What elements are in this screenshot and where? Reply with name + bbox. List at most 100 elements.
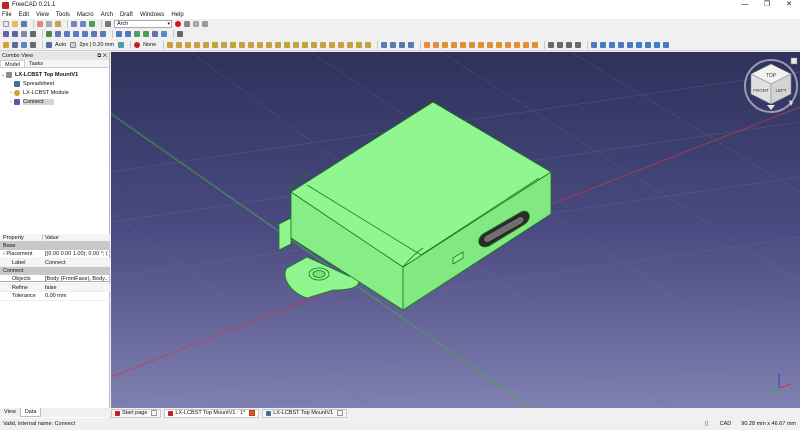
wall-icon[interactable] [167,42,174,48]
array-icon[interactable] [654,42,661,48]
stretch-icon[interactable] [645,42,652,48]
macro-execute-icon[interactable] [202,21,208,27]
part-icon[interactable] [143,31,149,37]
property-row[interactable]: Label Connect [0,258,110,267]
bounding-box-icon[interactable] [30,31,36,37]
isometric-view-icon[interactable] [46,31,52,37]
scale-icon[interactable] [609,42,616,48]
equipment-icon[interactable] [311,42,318,48]
none-group-label[interactable]: None [143,42,156,48]
schedule-icon[interactable] [338,42,345,48]
navcube-menu-icon[interactable] [790,57,798,65]
circle-icon[interactable] [460,42,467,48]
macro-stop-icon[interactable] [184,21,190,27]
property-row[interactable]: Tolerance 0.00 mm [0,292,110,301]
float-panel-icon[interactable]: ⧉ [97,53,101,59]
top-view-icon[interactable] [64,31,70,37]
space-icon[interactable] [248,42,255,48]
point-icon[interactable] [514,42,521,48]
tab-model[interactable]: Model [0,60,25,68]
close-icon[interactable] [337,410,344,416]
building-part-icon[interactable] [203,42,210,48]
workbench-selector[interactable]: Arch [114,20,172,28]
material-icon[interactable] [329,42,336,48]
macro-record-icon[interactable] [175,21,181,27]
property-value[interactable]: 0.00 mm [43,292,108,300]
viewport-canvas[interactable]: TOP FRONT LEFT [111,52,800,408]
maximize-button[interactable]: ❐ [756,0,778,10]
wire-icon[interactable] [433,42,440,48]
property-group-base[interactable]: Base [0,242,110,250]
close-icon[interactable] [151,410,158,416]
new-file-icon[interactable] [3,21,9,27]
copy-icon[interactable] [46,21,52,27]
add-component-icon[interactable] [381,42,388,48]
rebar-icon[interactable] [185,42,192,48]
tab-view[interactable]: View [0,408,20,417]
arrow-right-icon[interactable] [125,31,131,37]
open-file-icon[interactable] [12,21,18,27]
tree-item-spreadsheet[interactable]: Spreadsheet [0,79,109,88]
property-row[interactable]: Refine false [0,283,110,292]
frame-icon[interactable] [293,42,300,48]
curtain-wall-icon[interactable] [194,42,201,48]
refresh-icon[interactable] [89,21,95,27]
style-icon[interactable] [30,42,36,48]
fit-all-icon[interactable] [3,31,9,37]
menu-edit[interactable]: Edit [19,12,29,18]
property-row[interactable]: › Placement [(0.00 0.00 1.00); 0.00 °; (… [0,250,110,259]
bspline-icon[interactable] [496,42,503,48]
model-connect[interactable] [278,101,552,311]
property-value[interactable]: Connect [43,259,108,267]
section-plane-icon[interactable] [347,42,354,48]
rear-view-icon[interactable] [82,31,88,37]
ellipse-icon[interactable] [469,42,476,48]
rotate-icon[interactable] [600,42,607,48]
whats-this-icon[interactable] [105,21,111,27]
stairs-icon[interactable] [275,42,282,48]
navigation-cube[interactable]: TOP FRONT LEFT [744,57,798,113]
working-plane-icon[interactable] [12,42,18,48]
no-group-icon[interactable] [134,42,141,48]
bottom-view-icon[interactable] [91,31,97,37]
hatch-icon[interactable] [575,42,582,48]
right-view-icon[interactable] [73,31,79,37]
axis-icon[interactable] [356,42,363,48]
measure-icon[interactable] [134,31,140,37]
bezier-icon[interactable] [505,42,512,48]
polygon-icon[interactable] [487,42,494,48]
doc-tab-3d-view[interactable]: LX-LCBST Top MountV1 : 1* [164,408,260,418]
structure-icon[interactable] [176,42,183,48]
paste-icon[interactable] [55,21,61,27]
remove-component-icon[interactable] [390,42,397,48]
save-icon[interactable] [21,21,27,27]
label-icon[interactable] [566,42,573,48]
property-row[interactable]: Objects [Body (FrontFace), Body... [0,275,110,284]
undo-icon[interactable] [71,21,77,27]
pipe-icon[interactable] [320,42,327,48]
fit-selection-icon[interactable] [12,31,18,37]
clone-icon[interactable] [663,42,670,48]
arrow-left-icon[interactable] [116,31,122,37]
fence-icon[interactable] [302,42,309,48]
arc-icon[interactable] [451,42,458,48]
shapestring-icon[interactable] [532,42,539,48]
rectangle-icon[interactable] [478,42,485,48]
navigation-style[interactable]: ▯ CAD [705,421,731,427]
doc-tab-spreadsheet[interactable]: LX-LCBST Top MountV1 [262,408,348,418]
close-button[interactable]: ✕ [778,0,800,10]
link-icon[interactable] [161,31,167,37]
line-style-icon[interactable] [70,42,77,48]
construction-icon[interactable] [21,42,27,48]
panel-icon[interactable] [284,42,291,48]
redo-icon[interactable] [80,21,86,27]
front-view-icon[interactable] [55,31,61,37]
minimize-button[interactable]: — [734,0,756,10]
close-panel-icon[interactable]: ✕ [103,53,107,59]
survey-icon[interactable] [399,42,406,48]
annotation-style-icon[interactable] [118,42,125,48]
window-icon[interactable] [257,42,264,48]
cursor-icon[interactable] [177,31,183,37]
level-icon[interactable] [239,42,246,48]
property-value[interactable]: [(0.00 0.00 1.00); 0.00 °; (0... [43,250,108,258]
